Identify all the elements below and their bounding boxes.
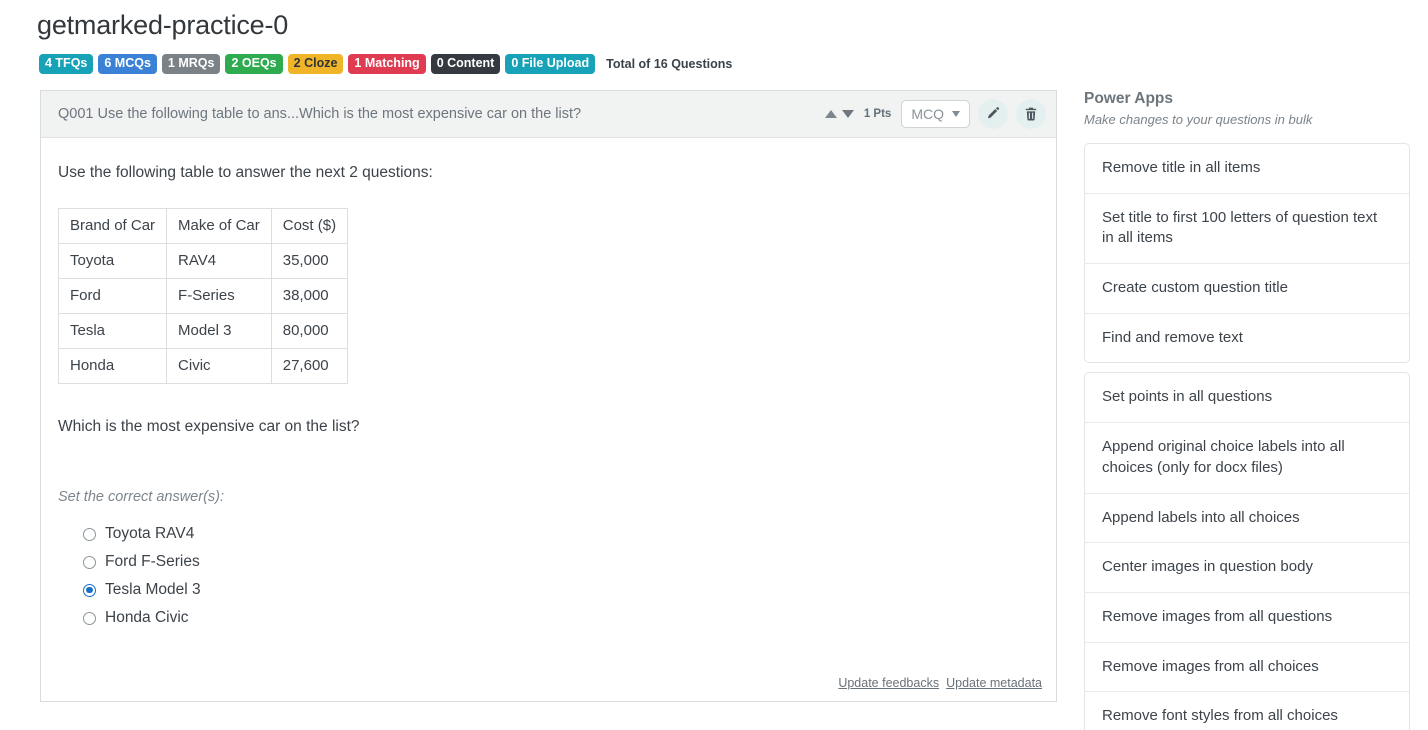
radio-unselected-icon[interactable] bbox=[83, 527, 96, 541]
radio-unselected-icon[interactable] bbox=[83, 611, 96, 625]
total-questions-label: Total of 16 Questions bbox=[606, 56, 733, 71]
power-apps-item[interactable]: Create custom question title bbox=[1085, 264, 1409, 314]
power-apps-item[interactable]: Center images in question body bbox=[1085, 543, 1409, 593]
answer-choice-1[interactable]: Ford F-Series bbox=[83, 553, 1039, 571]
table-column-header: Make of Car bbox=[166, 208, 272, 244]
table-cell: RAV4 bbox=[166, 243, 272, 279]
table-cell: Model 3 bbox=[166, 313, 272, 349]
question-points-label: 1 Pts bbox=[863, 108, 892, 120]
set-correct-answer-label: Set the correct answer(s): bbox=[58, 489, 224, 505]
question-sort-arrows bbox=[824, 110, 854, 118]
table-cell: Toyota bbox=[57, 243, 168, 279]
table-row: Ford F-Series 38,000 bbox=[57, 278, 349, 314]
table-header-row: Brand of Car Make of Car Cost ($) bbox=[57, 208, 349, 244]
table-cell: 38,000 bbox=[270, 278, 349, 314]
answer-choice-label: Toyota RAV4 bbox=[105, 525, 195, 542]
answer-choice-3[interactable]: Honda Civic bbox=[83, 609, 1039, 627]
badge-1: 6 MCQs bbox=[98, 54, 157, 74]
reference-table: Brand of Car Make of Car Cost ($) Toyota RA… bbox=[57, 208, 349, 384]
badge-6: 0 Content bbox=[430, 54, 501, 74]
table-column-header: Brand of Car bbox=[57, 208, 168, 244]
table-cell: Civic bbox=[166, 348, 272, 384]
radio-selected-icon[interactable] bbox=[83, 583, 96, 597]
power-apps-item[interactable]: Remove images from all questions bbox=[1085, 593, 1409, 643]
power-apps-item[interactable]: Set points in all questions bbox=[1085, 373, 1409, 424]
answer-choice-label: Tesla Model 3 bbox=[105, 581, 201, 598]
table-cell: F-Series bbox=[166, 278, 272, 314]
power-apps-item[interactable]: Set title to first 100 letters of questi… bbox=[1085, 194, 1409, 265]
trash-icon bbox=[1023, 106, 1039, 122]
power-apps-item[interactable]: Append original choice labels into all c… bbox=[1085, 423, 1409, 494]
question-title: Q001 Use the following table to ans...Wh… bbox=[58, 106, 582, 122]
app-root: getmarked-practice-0 4 TFQs 6 MCQs 1 MRQs 2… bbox=[0, 0, 1428, 730]
power-apps-subtitle: Make changes to your questions in bulk bbox=[1084, 112, 1313, 127]
badge-2: 1 MRQs bbox=[161, 54, 221, 74]
footer-link-0[interactable]: Update feedbacks bbox=[838, 676, 939, 690]
pencil-icon bbox=[985, 106, 1001, 122]
power-apps-panel: Power Apps Make changes to your question… bbox=[1084, 90, 1410, 730]
page-title: getmarked-practice-0 bbox=[37, 10, 289, 40]
table-cell: Honda bbox=[57, 348, 168, 384]
power-apps-item[interactable]: Find and remove text bbox=[1085, 314, 1409, 363]
power-apps-group-1: Set points in all questions Append origin… bbox=[1084, 372, 1410, 730]
question-card: Q001 Use the following table to ans...Wh… bbox=[40, 90, 1057, 702]
table-row: Honda Civic 27,600 bbox=[57, 348, 349, 384]
power-apps-item[interactable]: Remove title in all items bbox=[1085, 144, 1409, 194]
triangle-up-icon[interactable] bbox=[824, 110, 837, 118]
answer-choice-0[interactable]: Toyota RAV4 bbox=[83, 525, 1039, 543]
table-row: Tesla Model 3 80,000 bbox=[57, 313, 349, 349]
question-card-footer: Update feedbacks Update metadata bbox=[838, 676, 1042, 690]
question-card-header: Q001 Use the following table to ans...Wh… bbox=[41, 91, 1056, 138]
badge-7: 0 File Upload bbox=[505, 54, 596, 74]
chevron-down-icon bbox=[952, 111, 960, 117]
power-apps-item[interactable]: Append labels into all choices bbox=[1085, 494, 1409, 544]
triangle-down-icon[interactable] bbox=[841, 110, 854, 118]
answer-choice-label: Ford F-Series bbox=[105, 553, 200, 570]
badge-0: 4 TFQs bbox=[39, 54, 94, 74]
answer-choices: Toyota RAV4 Ford F-Series Tesla Model 3 Hon… bbox=[58, 525, 1039, 627]
question-intro-text: Use the following table to answer the ne… bbox=[58, 164, 433, 181]
answer-choice-label: Honda Civic bbox=[105, 609, 189, 626]
power-apps-group-0: Remove title in all items Set title to fi… bbox=[1084, 143, 1410, 364]
table-column-header: Cost ($) bbox=[270, 208, 349, 244]
question-prompt-text: Which is the most expensive car on the l… bbox=[58, 418, 360, 435]
radio-unselected-icon[interactable] bbox=[83, 555, 96, 569]
power-apps-title: Power Apps bbox=[1084, 90, 1173, 107]
badge-3: 2 OEQs bbox=[225, 54, 283, 74]
table-cell: Tesla bbox=[57, 313, 168, 349]
table-cell: 35,000 bbox=[270, 243, 349, 279]
table-cell: 27,600 bbox=[270, 348, 349, 384]
power-apps-item[interactable]: Remove images from all choices bbox=[1085, 643, 1409, 693]
delete-question-button[interactable] bbox=[1016, 99, 1046, 129]
edit-question-button[interactable] bbox=[978, 99, 1008, 129]
question-body: Use the following table to answer the ne… bbox=[41, 138, 1056, 702]
badge-4: 2 Cloze bbox=[287, 54, 344, 74]
badge-5: 1 Matching bbox=[348, 54, 426, 74]
answer-choice-2[interactable]: Tesla Model 3 bbox=[83, 581, 1039, 599]
question-type-select[interactable]: MCQ bbox=[901, 100, 970, 128]
power-apps-item[interactable]: Remove font styles from all choices bbox=[1085, 692, 1409, 730]
table-cell: Ford bbox=[57, 278, 168, 314]
table-cell: 80,000 bbox=[270, 313, 349, 349]
footer-link-1[interactable]: Update metadata bbox=[946, 676, 1042, 690]
question-controls: 1 Pts MCQ bbox=[824, 99, 1046, 129]
table-row: Toyota RAV4 35,000 bbox=[57, 243, 349, 279]
question-type-value: MCQ bbox=[911, 106, 944, 122]
question-type-badges: 4 TFQs 6 MCQs 1 MRQs 2 OEQs 2 Cloze 1 Matchin… bbox=[39, 54, 732, 74]
